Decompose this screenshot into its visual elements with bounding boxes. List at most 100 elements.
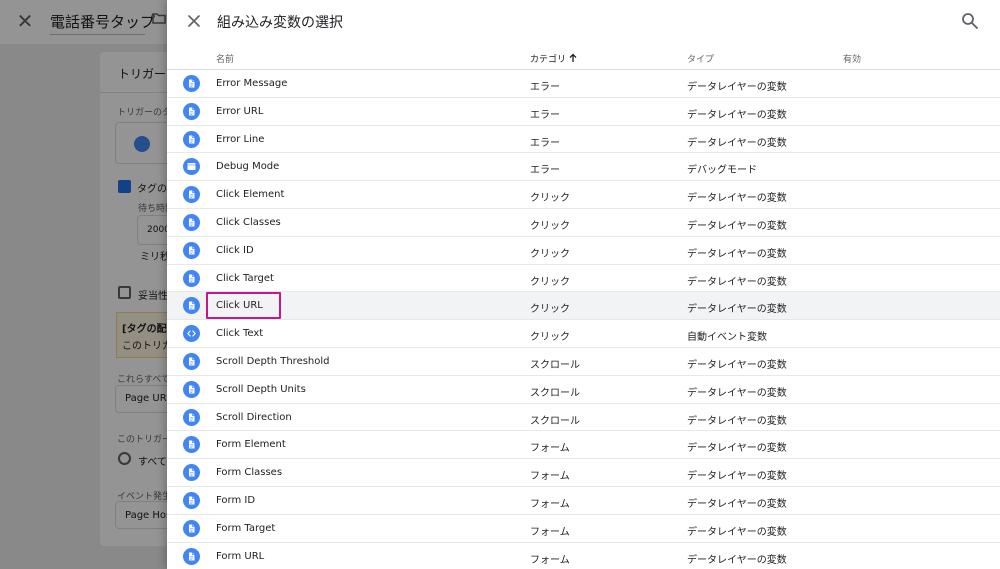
variable-category: フォーム [530,526,570,538]
table-row[interactable]: Form Element フォーム データレイヤーの変数 [167,431,1000,460]
table-row[interactable]: Click Element クリック データレイヤーの変数 [167,181,1000,209]
variable-name: Form ID [216,494,256,506]
table-row[interactable]: Click Classes クリック データレイヤーの変数 [167,209,1000,237]
variable-type: データレイヤーの変数 [687,137,787,149]
table-row[interactable]: Scroll Depth Units スクロール データレイヤーの変数 [167,376,1000,404]
doc-icon [183,213,200,231]
column-header-category[interactable]: カテゴリ [530,52,578,65]
variable-type: データレイヤーの変数 [687,109,787,121]
variable-category: クリック [530,332,570,344]
doc-icon [183,269,200,287]
table-row[interactable]: Scroll Direction スクロール データレイヤーの変数 [167,404,1000,432]
variable-category: スクロール [530,359,580,371]
doc-icon [183,352,200,370]
variable-category: フォーム [530,443,570,455]
variable-type: データレイヤーの変数 [687,443,787,455]
panel-header: 組み込み変数の選択 [167,0,1000,44]
variable-type: データレイヤーの変数 [687,359,787,371]
code-icon [183,325,200,343]
variable-name: Click Text [216,328,264,340]
variable-type: データレイヤーの変数 [687,471,787,483]
table-row[interactable]: Form Target フォーム データレイヤーの変数 [167,515,1000,543]
doc-icon [183,464,200,482]
table-row[interactable]: Form Classes フォーム データレイヤーの変数 [167,459,1000,487]
variable-category: エラー [530,137,560,149]
doc-icon [183,186,200,204]
variable-type: データレイヤーの変数 [687,304,787,316]
variable-name: Form Classes [216,467,283,479]
variable-category: クリック [530,220,570,232]
column-header-enabled[interactable]: 有効 [843,52,861,65]
variable-category: フォーム [530,498,570,510]
table-row[interactable]: Form ID フォーム データレイヤーの変数 [167,487,1000,515]
variable-name: Error URL [216,105,264,117]
variable-name: Click ID [216,244,254,256]
variable-category: クリック [530,193,570,205]
doc-icon [183,491,200,509]
column-header-type[interactable]: タイプ [687,52,714,65]
table-row[interactable]: Click URL クリック データレイヤーの変数 [167,292,1000,321]
builtin-variables-panel: 組み込み変数の選択 名前 カテゴリ タイプ 有効 Error Message エラ… [167,0,1000,569]
doc-icon [183,408,200,426]
variable-name: Form Element [216,439,286,451]
variable-category: クリック [530,276,570,288]
table-row[interactable]: Scroll Depth Threshold スクロール データレイヤーの変数 [167,348,1000,376]
variable-type: データレイヤーの変数 [687,387,787,399]
variable-type: データレイヤーの変数 [687,554,787,566]
variable-name: Scroll Depth Threshold [216,355,330,367]
variable-name: Click Target [216,272,274,284]
variable-type: データレイヤーの変数 [687,82,787,93]
variable-category: スクロール [530,415,580,427]
variable-category: エラー [530,109,560,121]
variable-type: データレイヤーの変数 [687,193,787,205]
highlight-box [206,292,281,320]
search-icon[interactable] [960,11,980,31]
doc-icon [183,102,200,120]
variable-name: Scroll Depth Units [216,383,306,395]
window-icon [183,158,200,176]
doc-icon [183,436,200,454]
variable-type: データレイヤーの変数 [687,248,787,260]
doc-icon [183,297,200,315]
panel-title: 組み込み変数の選択 [217,15,343,31]
variable-name: Error Message [216,78,288,89]
column-header-name[interactable]: 名前 [216,52,234,65]
variable-type: データレイヤーの変数 [687,220,787,232]
table-row[interactable]: Error Message エラー データレイヤーの変数 [167,70,1000,98]
doc-icon [183,130,200,148]
variable-name: Error Line [216,133,265,145]
variable-type: データレイヤーの変数 [687,526,787,538]
variable-type: データレイヤーの変数 [687,276,787,288]
variable-category: クリック [530,304,570,316]
variable-type: データレイヤーの変数 [687,498,787,510]
table-row[interactable]: Error Line エラー データレイヤーの変数 [167,126,1000,154]
variables-table: Error Message エラー データレイヤーの変数 Error URL エラー デー… [167,70,1000,569]
doc-icon [183,519,200,537]
doc-icon [183,547,200,565]
sort-ascending-icon [569,53,577,62]
variable-type: デバッグモード [687,165,757,177]
variable-name: Form URL [216,550,265,562]
table-row[interactable]: Form URL フォーム データレイヤーの変数 [167,543,1000,569]
variable-type: 自動イベント変数 [687,332,767,344]
table-row[interactable]: Click Text クリック 自動イベント変数 [167,320,1000,348]
table-row[interactable]: Click ID クリック データレイヤーの変数 [167,237,1000,265]
variable-category: スクロール [530,387,580,399]
variable-category: フォーム [530,554,570,566]
variable-name: Form Target [216,522,276,534]
column-header-category-label: カテゴリ [530,55,567,65]
doc-icon [183,241,200,259]
variable-type: データレイヤーの変数 [687,415,787,427]
close-icon[interactable] [183,10,205,32]
variable-category: フォーム [530,471,570,483]
variable-name: Debug Mode [216,161,280,173]
variable-name: Scroll Direction [216,411,292,423]
variable-category: クリック [530,248,570,260]
table-header: 名前 カテゴリ タイプ 有効 [167,44,1000,70]
table-row[interactable]: Debug Mode エラー デバッグモード [167,153,1000,182]
variable-category: エラー [530,165,560,177]
variable-category: エラー [530,82,560,93]
doc-icon [183,380,200,398]
table-row[interactable]: Click Target クリック データレイヤーの変数 [167,265,1000,293]
table-row[interactable]: Error URL エラー データレイヤーの変数 [167,98,1000,126]
